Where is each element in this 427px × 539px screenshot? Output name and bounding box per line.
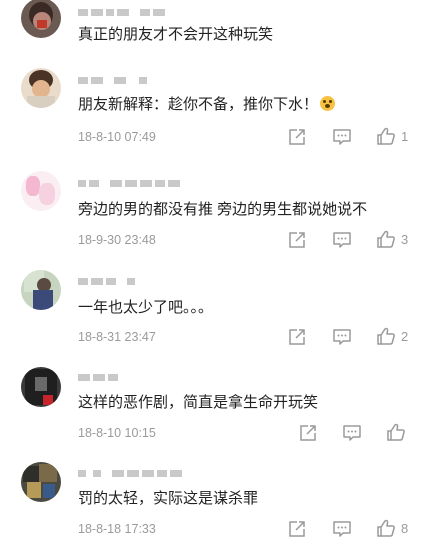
share-out-icon: [289, 129, 305, 145]
comment-text: 这样的恶作剧，简直是拿生命开玩笑: [78, 394, 319, 411]
avatar[interactable]: [21, 68, 61, 108]
like-count: 1: [401, 129, 409, 144]
like-count: 2: [401, 329, 409, 344]
comment-timestamp: 18-8-18 17:33: [78, 522, 156, 536]
comment-timestamp: 18-8-31 23:47: [78, 330, 156, 344]
share-out-icon: [289, 521, 305, 537]
comment-list-page: { "comments": [ { "text": "真正的朋友才不会开这种玩笑…: [0, 0, 427, 539]
comment-timestamp: 18-9-30 23:48: [78, 233, 156, 247]
comment-text: 一年也太少了吧。。。: [78, 299, 214, 316]
comment-text: 罚的太轻，实际这是谋杀罪: [78, 490, 259, 507]
comment-bubble-icon: [343, 425, 361, 441]
thumbs-up-icon: [377, 127, 395, 145]
thumbs-up-icon: [377, 230, 395, 248]
share-button[interactable]: [298, 423, 318, 443]
thumbs-up-icon: [377, 519, 395, 537]
comment-text: 旁边的男的都没有推 旁边的男生都说她说不: [78, 201, 368, 218]
comment-text: 真正的朋友才不会开这种玩笑: [78, 26, 274, 43]
reply-button[interactable]: [332, 127, 352, 147]
thumbs-up-icon: [387, 423, 405, 441]
comment-bubble-icon: [333, 232, 351, 248]
reply-button[interactable]: [342, 423, 362, 443]
like-button[interactable]: [376, 229, 396, 249]
share-button[interactable]: [287, 327, 307, 347]
avatar[interactable]: [21, 0, 61, 38]
avatar[interactable]: [21, 367, 61, 407]
username-blurred[interactable]: [78, 373, 118, 381]
comment-bubble-icon: [333, 329, 351, 345]
username-blurred[interactable]: [78, 76, 147, 84]
like-button[interactable]: [376, 126, 396, 146]
comment-timestamp: 18-8-10 07:49: [78, 130, 156, 144]
reply-button[interactable]: [332, 519, 352, 539]
share-out-icon: [289, 329, 305, 345]
like-button[interactable]: [376, 518, 396, 538]
like-button[interactable]: [386, 422, 406, 442]
share-button[interactable]: [287, 127, 307, 147]
share-button[interactable]: [287, 519, 307, 539]
share-out-icon: [300, 425, 316, 441]
reply-button[interactable]: [332, 230, 352, 250]
avatar[interactable]: [21, 171, 61, 211]
username-blurred[interactable]: [78, 179, 180, 187]
comment-bubble-icon: [333, 129, 351, 145]
scream-emoji-icon: [320, 96, 336, 111]
share-out-icon: [289, 232, 305, 248]
comment-text: 朋友新解释：趁你不备，推你下水！: [78, 95, 336, 115]
username-blurred[interactable]: [78, 8, 165, 16]
comment-text-content: 朋友新解释：趁你不备，推你下水！: [78, 96, 319, 113]
share-button[interactable]: [287, 230, 307, 250]
avatar[interactable]: [21, 270, 61, 310]
reply-button[interactable]: [332, 327, 352, 347]
like-count: 3: [401, 232, 409, 247]
avatar[interactable]: [21, 462, 61, 502]
username-blurred[interactable]: [78, 277, 135, 285]
comment-bubble-icon: [333, 521, 351, 537]
comment-timestamp: 18-8-10 10:15: [78, 426, 156, 440]
thumbs-up-icon: [377, 327, 395, 345]
username-blurred[interactable]: [78, 469, 182, 477]
like-count: 8: [401, 521, 409, 536]
like-button[interactable]: [376, 326, 396, 346]
